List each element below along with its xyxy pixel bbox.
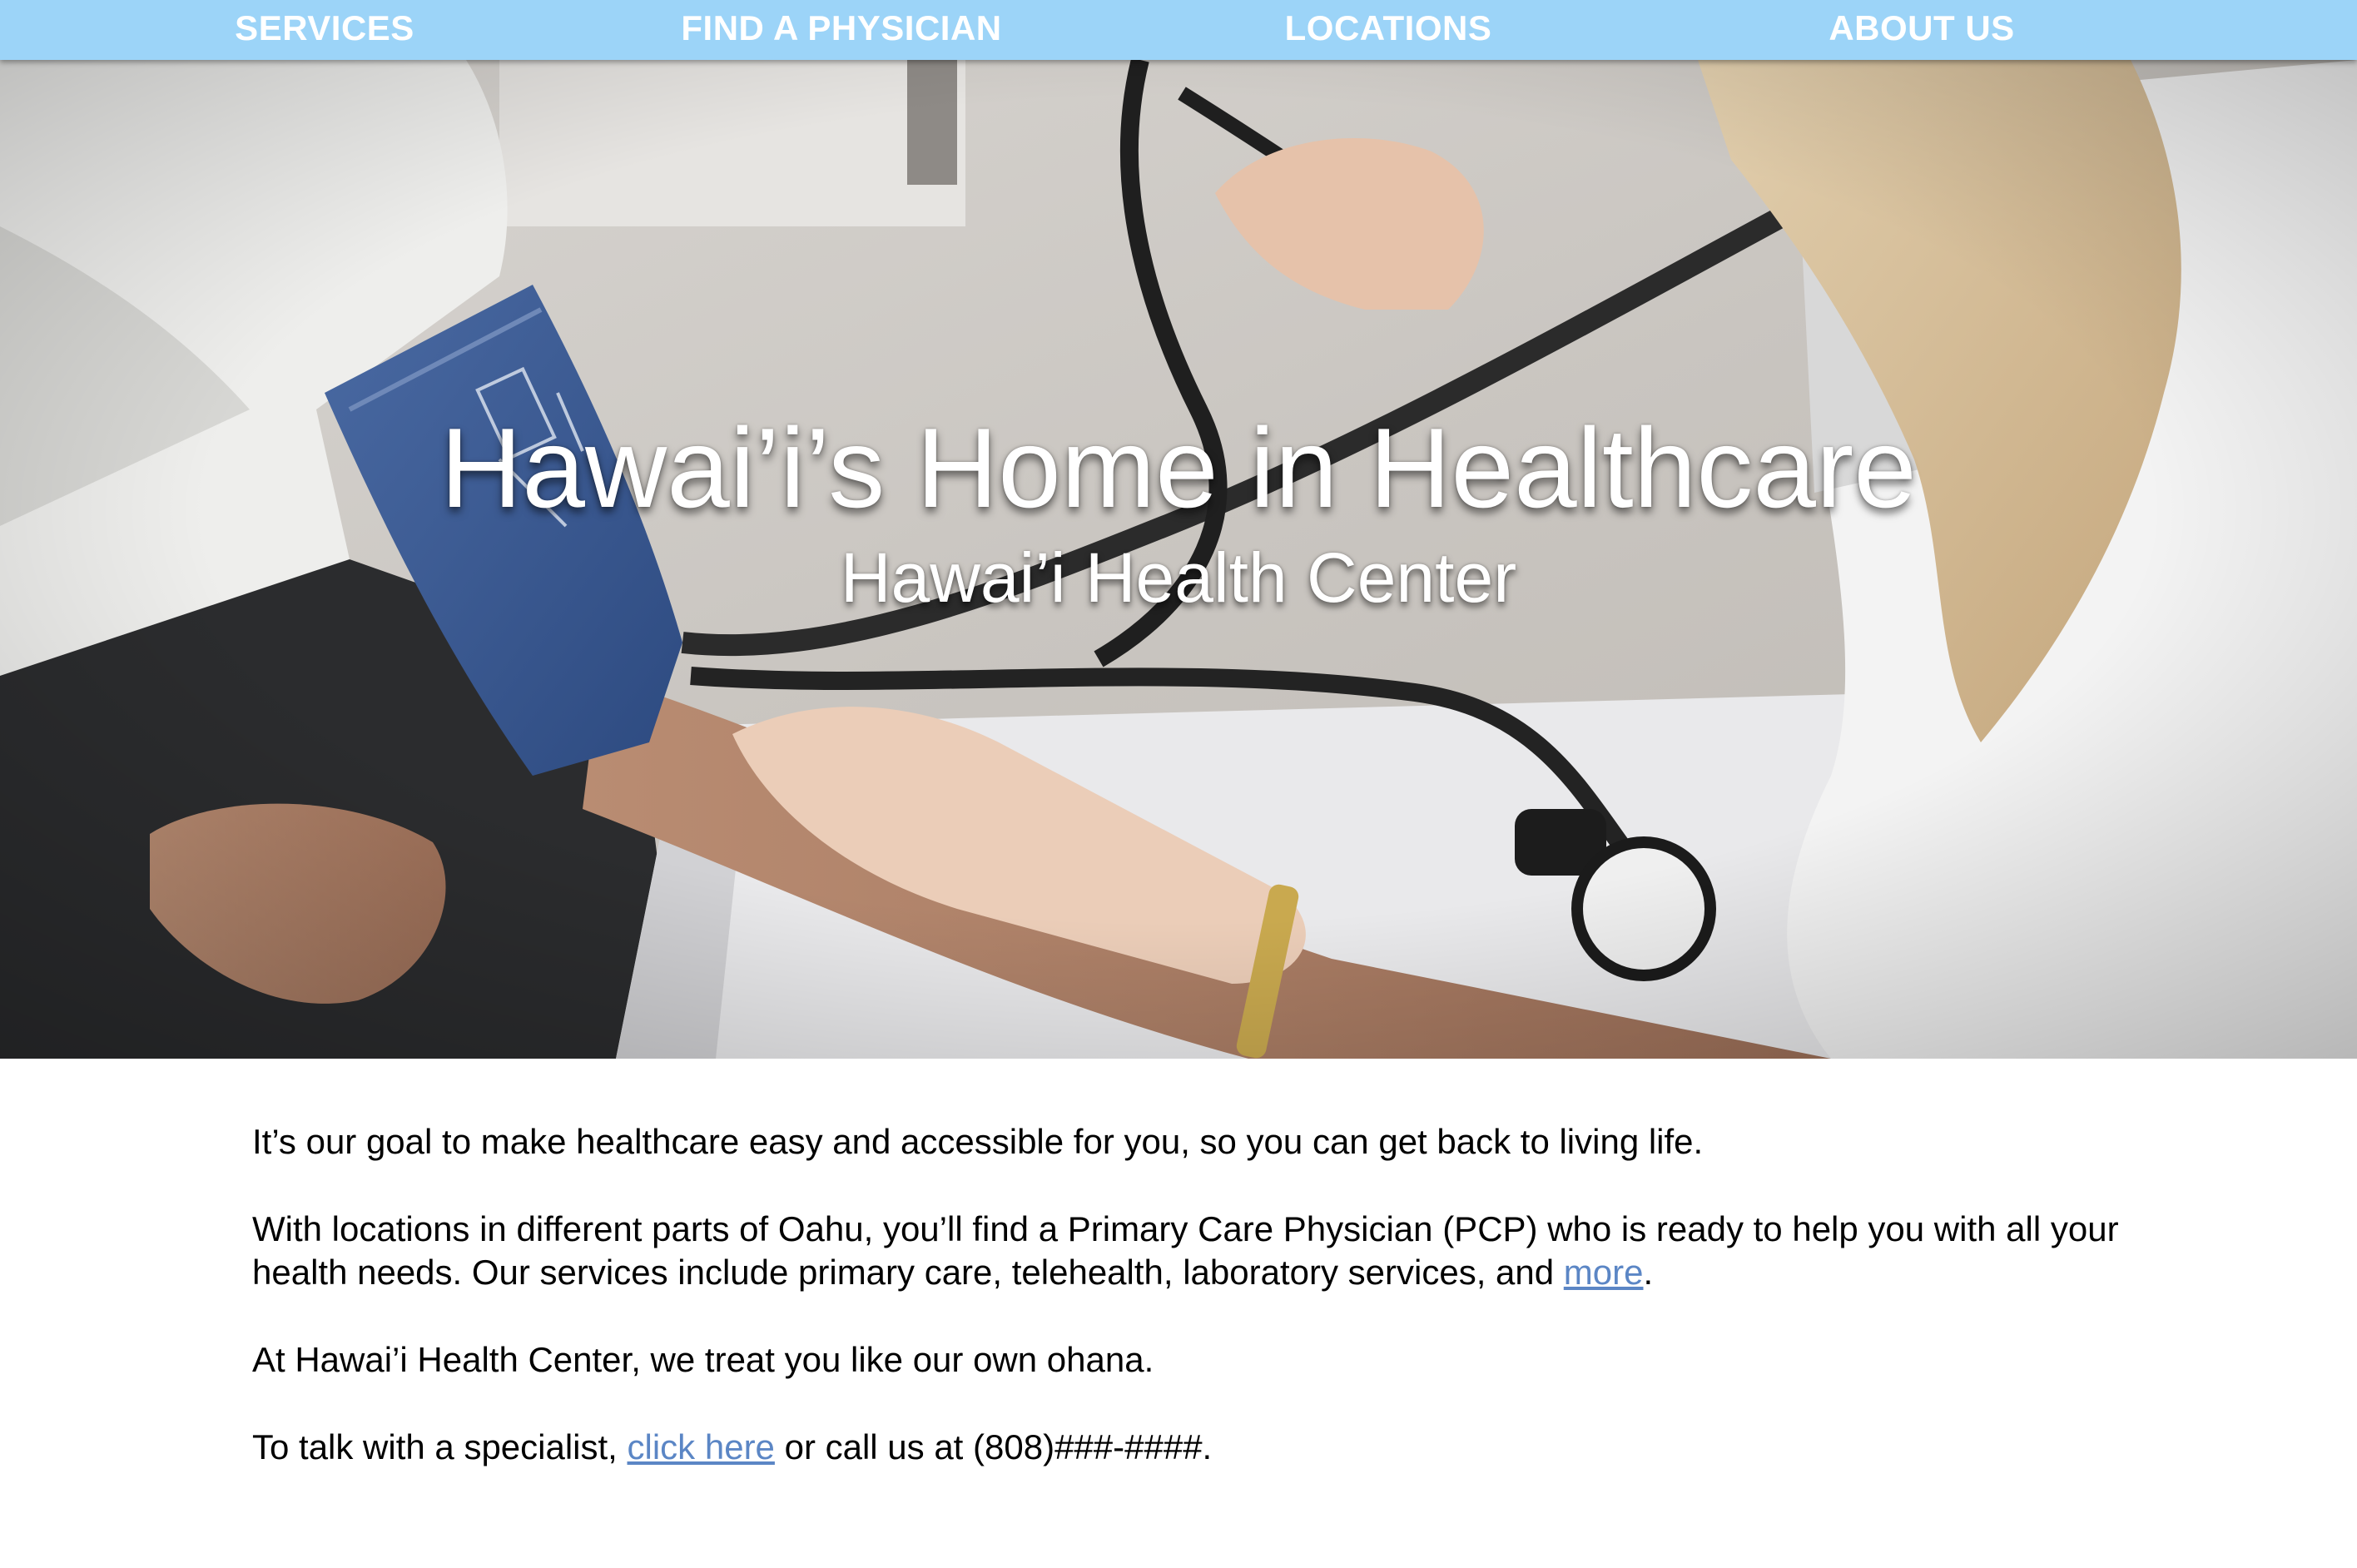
nav-about-us[interactable]: ABOUT US: [1829, 0, 2014, 60]
hero-banner: Hawai’i’s Home in Healthcare Hawai’i Hea…: [0, 60, 2357, 1059]
nav-find-a-physician[interactable]: FIND A PHYSICIAN: [681, 0, 1001, 60]
contact-phone-text: or call us at (808)###-####.: [774, 1427, 1213, 1466]
contact-text: To talk with a specialist,: [252, 1427, 628, 1466]
hero-subtitle: Hawai’i Health Center: [840, 538, 1517, 617]
hero-title: Hawai’i’s Home in Healthcare: [440, 404, 1917, 531]
more-services-link[interactable]: more: [1564, 1253, 1644, 1292]
top-nav: SERVICES FIND A PHYSICIAN LOCATIONS ABOU…: [0, 0, 2357, 60]
intro-paragraph: It’s our goal to make healthcare easy an…: [252, 1122, 1704, 1161]
locations-paragraph: With locations in different parts of Oah…: [252, 1208, 2133, 1294]
contact-specialist-link[interactable]: click here: [628, 1427, 775, 1466]
intro-content: It’s our goal to make healthcare easy an…: [252, 1120, 2133, 1513]
ohana-paragraph: At Hawai’i Health Center, we treat you l…: [252, 1340, 1154, 1379]
nav-services[interactable]: SERVICES: [235, 0, 414, 60]
nav-locations[interactable]: LOCATIONS: [1285, 0, 1492, 60]
locations-period: .: [1643, 1253, 1654, 1292]
contact-paragraph: To talk with a specialist, click here or…: [252, 1426, 2133, 1469]
locations-text: With locations in different parts of Oah…: [252, 1209, 2119, 1292]
